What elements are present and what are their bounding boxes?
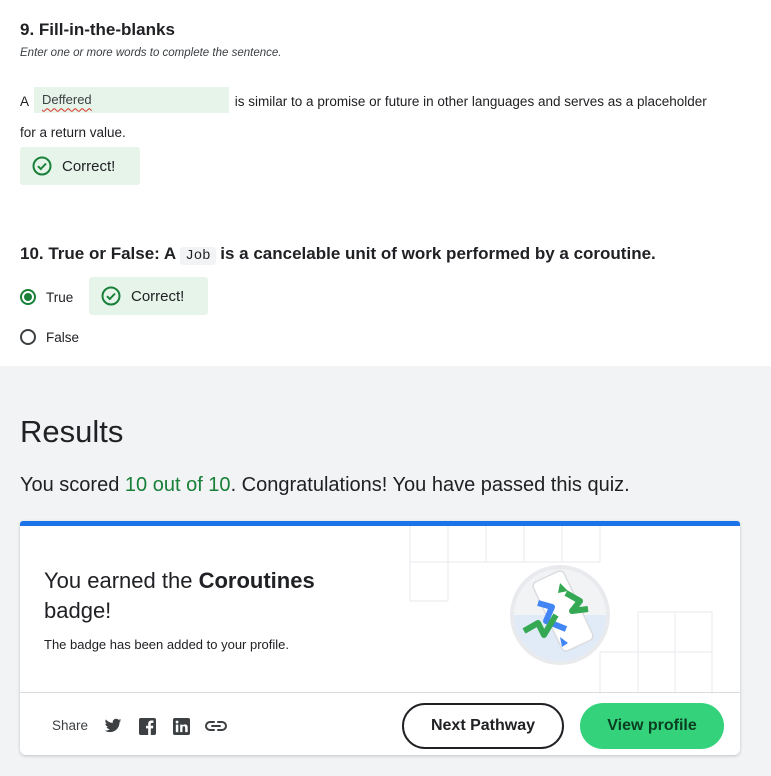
- blank-answer-input[interactable]: Deffered: [34, 87, 230, 114]
- radio-unselected-icon[interactable]: [20, 329, 36, 345]
- results-prefix: You scored: [20, 474, 120, 496]
- radio-label: True: [46, 289, 74, 305]
- next-pathway-button[interactable]: Next Pathway: [402, 703, 564, 749]
- badge-heading: You earned the Coroutines badge!: [44, 566, 364, 626]
- share-label: Share: [52, 718, 89, 733]
- results-section: Results You scored 10 out of 10. Congrat…: [0, 366, 771, 776]
- check-circle-icon: [32, 156, 52, 176]
- feedback-text: Correct!: [131, 287, 185, 305]
- link-icon[interactable]: [205, 715, 227, 737]
- score-value: 10 out of 10: [124, 474, 231, 496]
- results-summary: You scored 10 out of 10. Congratulations…: [20, 474, 630, 497]
- linkedin-icon[interactable]: [170, 715, 192, 737]
- check-circle-icon: [101, 286, 121, 306]
- badge-heading-suffix: badge!: [44, 598, 112, 623]
- results-title: Results: [20, 414, 124, 449]
- question-10-suffix: is a cancelable unit of work performed b…: [220, 244, 656, 263]
- radio-option-false[interactable]: False: [20, 329, 79, 345]
- question-9-feedback: Correct!: [20, 147, 140, 185]
- results-suffix: . Congratulations! You have passed this …: [230, 474, 630, 496]
- question-10-prefix: 10. True or False: A: [20, 244, 176, 263]
- coroutines-badge-icon: [510, 565, 610, 665]
- radio-label: False: [46, 329, 80, 345]
- radio-selected-icon[interactable]: [20, 289, 36, 305]
- question-10-title: 10. True or False: A Job is a cancelable…: [20, 244, 656, 265]
- question-9-title: 9. Fill-in-the-blanks: [20, 20, 175, 39]
- badge-card: You earned the Coroutines badge! The bad…: [20, 521, 740, 755]
- badge-heading-prefix: You earned the: [44, 568, 193, 593]
- twitter-icon[interactable]: [102, 715, 124, 737]
- sentence-prefix: A: [20, 94, 29, 109]
- feedback-text: Correct!: [62, 157, 116, 175]
- code-term: Job: [180, 247, 216, 265]
- view-profile-button[interactable]: View profile: [580, 703, 724, 749]
- question-10-feedback: Correct!: [89, 277, 208, 315]
- facebook-icon[interactable]: [136, 715, 158, 737]
- radio-option-true[interactable]: True: [20, 289, 73, 305]
- question-9-sentence: A Deffered is similar to a promise or fu…: [20, 86, 720, 148]
- question-9-instruction: Enter one or more words to complete the …: [20, 47, 282, 59]
- badge-card-footer: Share Next Pathway View profile: [20, 692, 740, 755]
- badge-name: Coroutines: [198, 568, 315, 593]
- blank-answer-value: Deffered: [42, 92, 92, 108]
- badge-subtext: The badge has been added to your profile…: [44, 637, 290, 652]
